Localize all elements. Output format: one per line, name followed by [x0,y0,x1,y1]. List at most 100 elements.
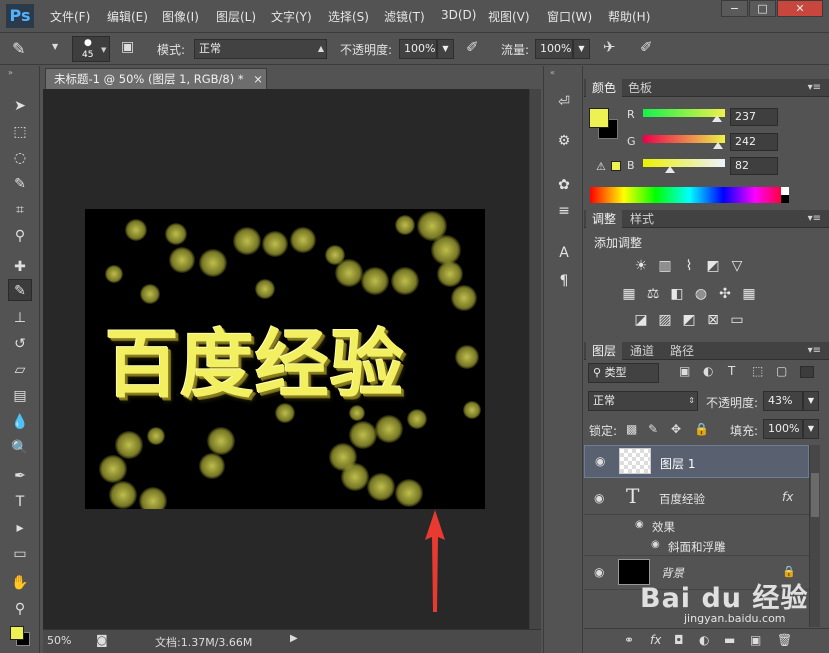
document-scrollbar[interactable] [529,89,541,629]
tab-swatches[interactable]: 色板 [622,79,658,97]
vibrance-icon[interactable]: ▽ [728,258,746,274]
pressure-size-icon[interactable]: ✐ [640,38,653,56]
filter-pixel-icon[interactable]: ▣ [679,364,690,378]
maximize-button[interactable]: □ [749,0,776,17]
text-layer-name[interactable]: 百度经验 [659,491,705,507]
eyedropper-tool-icon[interactable]: ⚲ [8,225,32,247]
fill-chevron-icon[interactable]: ▼ [803,419,819,439]
layer-row-text[interactable]: ◉ T 百度经验 fx [584,479,809,515]
delete-layer-icon[interactable]: 🗑 [777,633,792,647]
invert-icon[interactable]: ◪ [632,312,650,328]
color-balance-icon[interactable]: ⚖ [644,286,662,302]
character-panel-icon[interactable]: A [552,242,576,264]
spectrum-white-chip[interactable] [781,187,789,195]
tool-preset-chevron-icon[interactable]: ▼ [52,42,58,51]
blue-slider-handle[interactable] [665,166,675,173]
foreground-color-chip[interactable] [589,108,609,128]
move-tool-icon[interactable]: ➤ [8,95,32,117]
lock-image-icon[interactable]: ✎ [648,422,658,436]
crop-tool-icon[interactable]: ⌗ [8,199,32,221]
pen-tool-icon[interactable]: ✒ [8,465,32,487]
history-brush-tool-icon[interactable]: ↺ [8,333,32,355]
visibility-eye-icon[interactable]: ◉ [594,565,604,579]
lock-all-icon[interactable]: 🔒 [694,422,709,436]
add-style-icon[interactable]: fx [650,633,661,647]
menu-window[interactable]: 窗口(W) [547,8,592,25]
posterize-icon[interactable]: ▨ [656,312,674,328]
color-swatches[interactable] [10,626,30,646]
visibility-eye-icon[interactable]: ◉ [595,454,605,468]
menu-view[interactable]: 视图(V) [488,8,530,25]
gamut-color-chip[interactable] [611,161,621,171]
layer-opacity-chevron-icon[interactable]: ▼ [803,391,819,411]
menu-edit[interactable]: 编辑(E) [107,8,148,25]
photo-filter-icon[interactable]: ◍ [692,286,710,302]
flow-chevron-icon[interactable]: ▼ [573,39,590,59]
brush-panel-toggle-icon[interactable]: ▣ [121,39,134,55]
close-document-icon[interactable]: × [253,72,263,86]
type-tool-icon[interactable]: T [8,491,32,513]
paragraph-panel-icon[interactable]: ¶ [552,270,576,292]
channel-mixer-icon[interactable]: ✣ [716,286,734,302]
menu-select[interactable]: 选择(S) [328,8,369,25]
lasso-tool-icon[interactable]: ◌ [8,147,32,169]
menu-help[interactable]: 帮助(H) [608,8,650,25]
exposure-icon[interactable]: ◩ [704,258,722,274]
adjustments-panel-menu-icon[interactable]: ▾≡ [808,213,821,224]
path-select-tool-icon[interactable]: ▸ [8,517,32,539]
filter-adjustment-icon[interactable]: ◐ [703,364,713,378]
mode-select[interactable]: 正常 ▲ [194,39,327,59]
layers-scrollbar[interactable] [809,445,820,627]
expand-dock-icon[interactable]: « [550,68,555,77]
flow-field[interactable]: 100% [535,39,573,59]
filter-smart-object-icon[interactable]: ▢ [776,364,787,378]
filter-toggle[interactable] [800,366,814,378]
marquee-tool-icon[interactable]: ⬚ [8,121,32,143]
tab-color[interactable]: 颜色 [586,79,623,97]
red-slider-handle[interactable] [712,115,722,122]
color-spectrum-bar[interactable] [590,187,789,203]
new-adjustment-icon[interactable]: ◐ [699,633,709,647]
minimize-button[interactable]: − [721,0,748,17]
tab-layers[interactable]: 图层 [586,342,623,360]
gradient-map-icon[interactable]: ▭ [728,312,746,328]
dodge-tool-icon[interactable]: 🔍 [8,437,32,459]
eraser-tool-icon[interactable]: ▱ [8,359,32,381]
red-value-field[interactable]: 237 [730,108,778,126]
close-window-button[interactable]: ✕ [777,0,823,17]
visibility-eye-icon[interactable]: ◉ [594,491,604,505]
artwork-canvas[interactable]: 百度经验 [85,209,485,509]
menu-image[interactable]: 图像(I) [162,8,199,25]
brush-presets-panel-icon[interactable]: ✿ [552,174,576,196]
link-layers-icon[interactable]: ⚭ [624,633,634,647]
healing-brush-tool-icon[interactable]: ✚ [8,256,32,278]
layer-opacity-field[interactable]: 43% [763,391,803,411]
status-menu-arrow-icon[interactable]: ▶ [290,633,298,644]
effects-eye-icon[interactable]: ◉ [635,519,644,530]
status-info-icon[interactable]: ◙ [96,633,108,647]
color-lookup-icon[interactable]: ▦ [740,286,758,302]
blur-tool-icon[interactable]: 💧 [8,411,32,433]
brush-settings-panel-icon[interactable]: ≡ [552,200,576,222]
lock-transparency-icon[interactable]: ▩ [626,422,637,436]
zoom-tool-icon[interactable]: ⚲ [8,598,32,620]
layer1-name[interactable]: 图层 1 [660,455,695,472]
blue-slider-track[interactable] [643,159,725,167]
layer-effects-row[interactable]: ◉ 效果 [584,516,809,536]
foreground-color-swatch[interactable] [10,626,24,640]
zoom-level[interactable]: 50% [47,634,71,647]
layer-filter-select[interactable]: ⚲ 类型 [588,363,659,383]
gradient-tool-icon[interactable]: ▤ [8,385,32,407]
green-slider-handle[interactable] [713,142,723,149]
levels-icon[interactable]: ▥ [656,258,674,274]
threshold-icon[interactable]: ◩ [680,312,698,328]
spectrum-black-chip[interactable] [781,195,789,203]
brightness-contrast-icon[interactable]: ☀ [632,258,650,274]
hand-tool-icon[interactable]: ✋ [8,572,32,594]
opacity-field[interactable]: 100% [399,39,437,59]
fx-indicator-icon[interactable]: fx [782,490,793,504]
brush-tool-selected-icon[interactable]: ✎ [8,279,32,301]
lock-position-icon[interactable]: ✥ [671,422,681,436]
hue-saturation-icon[interactable]: ▦ [620,286,638,302]
filter-type-icon[interactable]: T [728,364,735,378]
